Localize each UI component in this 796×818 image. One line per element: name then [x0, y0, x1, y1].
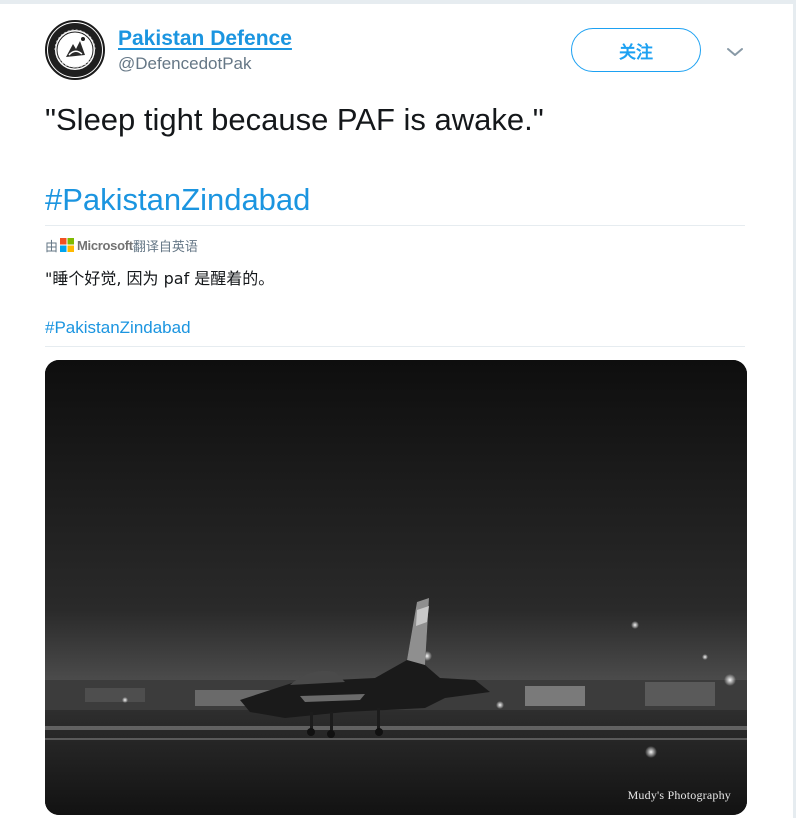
window-top-border [0, 0, 796, 4]
user-handle: @DefencedotPak [118, 54, 252, 73]
translation-divider-top [45, 225, 745, 226]
display-name-link[interactable]: Pakistan Defence [118, 26, 292, 52]
microsoft-logo-icon [60, 238, 75, 252]
translation-prefix: 由 [45, 239, 59, 255]
photo-credit: Mudy's Photography [627, 788, 731, 802]
tweet-text: "Sleep tight because PAF is awake." [45, 102, 544, 137]
pakistan-defence-emblem-icon [48, 23, 102, 77]
translation-provider[interactable]: Microsoft [77, 238, 133, 253]
translation-divider-bottom [45, 346, 745, 347]
translation-suffix: 翻译自英语 [132, 239, 198, 255]
more-options-button[interactable] [721, 38, 749, 66]
avatar[interactable] [45, 20, 105, 80]
chevron-down-icon [727, 48, 743, 56]
tweet-header: Pakistan Defence @DefencedotPak 关注 [45, 20, 751, 82]
tweet-photo[interactable]: Mudy's Photography [45, 360, 747, 815]
follow-button[interactable]: 关注 [571, 28, 701, 72]
user-meta: Pakistan Defence @DefencedotPak [118, 26, 292, 75]
translation-attribution: 由 Microsoft 翻译自英语 [45, 235, 198, 255]
translated-text: "睡个好觉, 因为 paf 是醒着的。 [45, 269, 275, 288]
fighter-jet-night-photo [45, 360, 747, 815]
hashtag-link[interactable]: #PakistanZindabad [45, 180, 310, 220]
translated-hashtag-link[interactable]: #PakistanZindabad [45, 317, 191, 339]
